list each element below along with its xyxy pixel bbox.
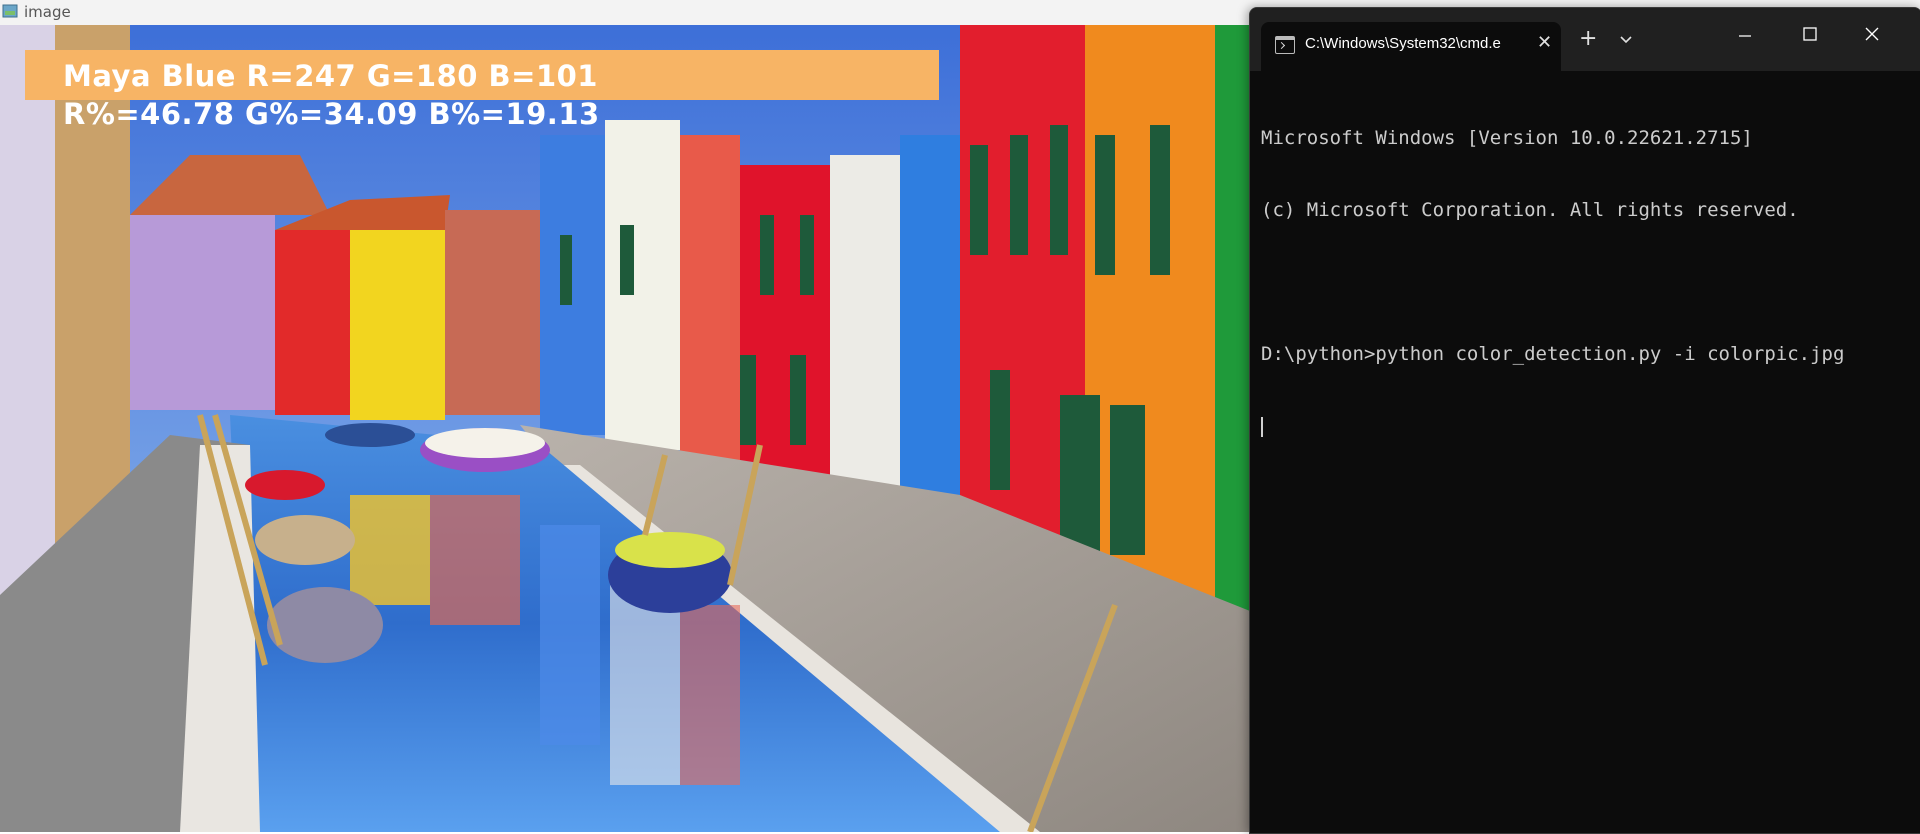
- terminal-icon: [1275, 36, 1295, 54]
- terminal-output[interactable]: Microsoft Windows [Version 10.0.22621.27…: [1261, 78, 1911, 486]
- terminal-tabbar[interactable]: C:\Windows\System32\cmd.e ✕ +: [1250, 8, 1920, 71]
- image-window-title: image: [24, 3, 71, 21]
- terminal-line: Microsoft Windows [Version 10.0.22621.27…: [1261, 127, 1753, 149]
- detected-color-percentages: R%=46.78 G%=34.09 B%=19.13: [63, 97, 600, 131]
- canal-photo: [0, 25, 1260, 832]
- detected-color-name-rgb: Maya Blue R=247 G=180 B=101: [63, 59, 598, 93]
- terminal-window[interactable]: C:\Windows\System32\cmd.e ✕ + Microsoft …: [1249, 7, 1920, 834]
- minimize-icon[interactable]: [1737, 28, 1753, 44]
- new-tab-button[interactable]: +: [1579, 28, 1597, 50]
- maximize-icon[interactable]: [1802, 26, 1818, 42]
- terminal-tab[interactable]: C:\Windows\System32\cmd.e ✕: [1261, 22, 1561, 71]
- text-cursor: [1261, 416, 1263, 437]
- close-icon[interactable]: [1864, 26, 1880, 42]
- terminal-line: (c) Microsoft Corporation. All rights re…: [1261, 199, 1799, 221]
- terminal-line: D:\python>python color_detection.py -i c…: [1261, 343, 1845, 365]
- image-app-icon: [2, 4, 18, 18]
- terminal-tab-title: C:\Windows\System32\cmd.e: [1305, 35, 1501, 52]
- terminal-cursor-line[interactable]: [1261, 414, 1911, 438]
- chevron-down-icon[interactable]: [1617, 30, 1635, 48]
- tab-close-icon[interactable]: ✕: [1537, 32, 1552, 53]
